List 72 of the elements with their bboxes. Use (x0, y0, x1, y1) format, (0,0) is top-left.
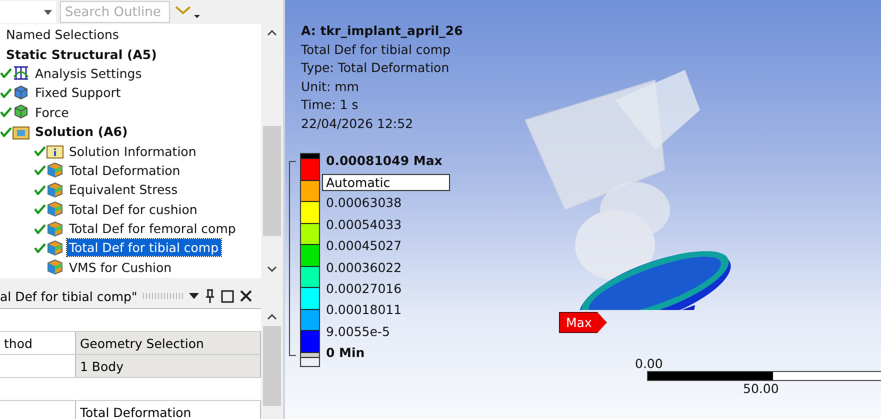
check-icon (34, 224, 46, 234)
legend-value: 0.00054033 (326, 216, 403, 234)
details-title: al Def for tibial comp" (0, 288, 138, 304)
scale-mid-label: 50.00 (743, 381, 780, 396)
close-icon[interactable] (240, 290, 252, 302)
check-icon (34, 184, 46, 195)
contour-cube-icon (46, 182, 64, 198)
tree-item[interactable]: Equivalent Stress (67, 181, 180, 198)
scroll-down-icon[interactable] (267, 266, 277, 272)
legend-value: 0.00036022 (326, 260, 403, 277)
scroll-up-icon[interactable] (267, 314, 277, 320)
tree-item[interactable]: Solution Information (67, 142, 198, 160)
chevron-down-icon[interactable] (174, 5, 200, 19)
result-info-text: Total Def for tibial comp (301, 40, 452, 59)
check-icon (0, 126, 12, 137)
check-icon (34, 165, 46, 176)
contour-cube-icon (46, 240, 64, 256)
scrollbar-thumb[interactable] (263, 126, 281, 236)
result-info-text: Time: 1 s (301, 96, 360, 114)
pin-icon[interactable] (205, 289, 216, 303)
tree-item[interactable]: Fixed Support (33, 84, 123, 102)
tree-item[interactable]: Solution (A6) (33, 123, 130, 140)
legend-value: 0.00063038 (326, 195, 403, 212)
legend-mode-field[interactable]: Automatic (322, 174, 450, 192)
contour-cube-icon (46, 220, 64, 237)
legend-top-cap (301, 154, 319, 159)
scrollbar-thumb[interactable] (263, 326, 281, 406)
check-icon (0, 88, 12, 98)
3d-viewport[interactable] (285, 0, 881, 419)
scroll-up-icon[interactable] (267, 30, 277, 36)
contour-cube-icon (46, 162, 64, 178)
legend-value: 0.00045027 (326, 238, 403, 256)
result-info-text: 22/04/2026 12:52 (301, 114, 414, 132)
tree-item[interactable]: Total Def for tibial comp (67, 239, 221, 256)
result-info-text: Type: Total Deformation (301, 59, 450, 77)
load-frame-icon (12, 65, 30, 82)
caret-icon[interactable] (189, 293, 200, 299)
check-icon (0, 68, 12, 78)
check-icon (34, 146, 46, 156)
contour-cube-icon (46, 259, 64, 276)
folder-icon (12, 124, 30, 140)
max-probe-label: Max (559, 312, 607, 333)
tree-item[interactable]: Total Def for cushion (67, 200, 200, 218)
table-cell: 1 Body (76, 355, 261, 377)
search-field[interactable]: Search Outline (60, 1, 170, 23)
tree-item[interactable]: Force (33, 104, 71, 121)
scale-start-label: 0.00 (635, 356, 664, 371)
cube-icon (12, 104, 30, 120)
tree-item[interactable]: Total Deformation (67, 162, 182, 179)
check-icon (34, 204, 46, 214)
legend-max-label: 0.00081049 Max (326, 153, 444, 170)
table-cell: Geometry Selection (76, 332, 261, 354)
tree-item[interactable]: Static Structural (A5) (4, 46, 159, 63)
info-folder-icon (46, 143, 64, 160)
check-icon (0, 107, 12, 118)
result-info-text: A: tkr_implant_april_26 (301, 22, 463, 40)
tree-item[interactable]: Named Selections (4, 26, 121, 44)
contour-cube-icon (46, 201, 64, 218)
legend-value: 0.00018011 (326, 302, 403, 320)
cube-icon (12, 84, 30, 101)
legend-min-label: 0 Min (326, 345, 366, 362)
check-icon (34, 242, 46, 253)
tree-item[interactable]: VMS for Cushion (67, 258, 174, 276)
legend-value: 9.0055e-5 (326, 324, 391, 341)
legend-bottom-cap (301, 352, 319, 358)
legend-value: 0.00027016 (326, 280, 403, 298)
maximize-icon[interactable] (221, 290, 234, 302)
tree-item[interactable]: Analysis Settings (33, 64, 144, 82)
dropdown-field[interactable] (0, 1, 56, 23)
result-info-text: Unit: mm (301, 78, 360, 96)
caret-icon (44, 10, 52, 14)
tree-item[interactable]: Total Def for femoral comp (67, 220, 238, 238)
